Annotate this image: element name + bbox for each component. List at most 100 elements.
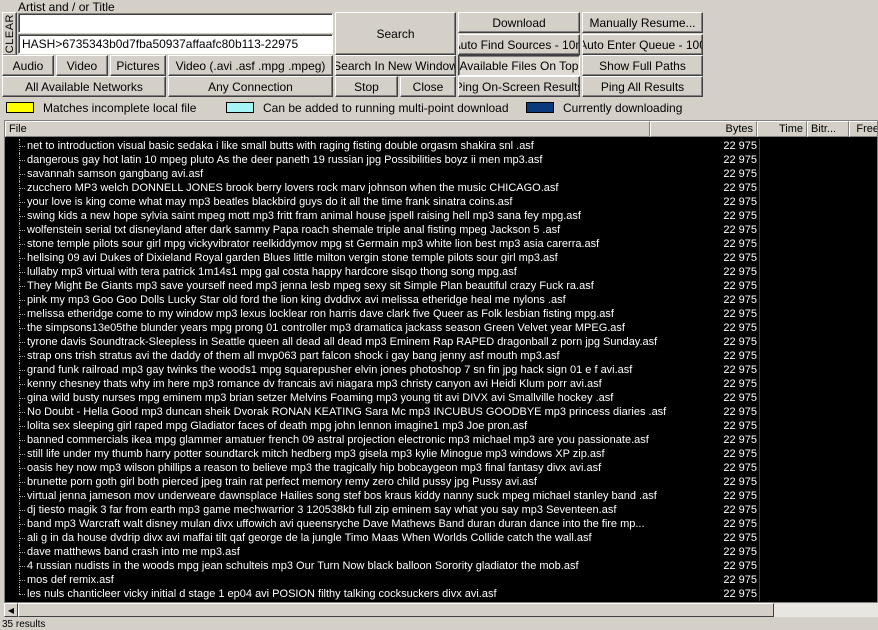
table-row[interactable]: savannah samson gangbang avi.asf 22 975	[5, 167, 877, 181]
table-row[interactable]: They Might Be Giants mp3 save yourself n…	[5, 279, 877, 293]
legend-swatch-incomplete	[6, 102, 34, 113]
table-row[interactable]: lolita sex sleeping girl raped mpg Gladi…	[5, 419, 877, 433]
result-filename: dangerous gay hot latin 10 mpeg pluto As…	[27, 154, 543, 166]
table-row[interactable]: the simpsons13e05the blunder years mpg p…	[5, 321, 877, 335]
result-bytes: 22 975	[723, 266, 757, 278]
title-input[interactable]	[18, 13, 333, 33]
result-bytes: 22 975	[723, 252, 757, 264]
table-row[interactable]: dave matthews band crash into me mp3.asf…	[5, 545, 877, 559]
tree-branch-icon	[19, 146, 25, 147]
result-bytes: 22 975	[723, 364, 757, 376]
table-row[interactable]: your love is king come what may mp3 beat…	[5, 195, 877, 209]
audio-label: Audio	[12, 58, 44, 73]
scroll-thumb[interactable]	[18, 603, 774, 617]
results-list[interactable]: File Bytes Time Bitr... Free net to intr…	[4, 120, 878, 617]
legend-label-downloading: Currently downloading	[563, 101, 683, 115]
table-row[interactable]: ali g in da house dvdrip divx avi maffai…	[5, 531, 877, 545]
tree-branch-icon	[19, 202, 25, 203]
column-time[interactable]: Time	[757, 121, 807, 137]
table-row[interactable]: wolfenstein serial txt disneyland after …	[5, 223, 877, 237]
download-button[interactable]: Download	[458, 12, 580, 33]
result-bytes: 22 975	[723, 182, 757, 194]
table-row[interactable]: stone temple pilots sour girl mpg vickyv…	[5, 237, 877, 251]
table-row[interactable]: lullaby mp3 virtual with tera patrick 1m…	[5, 265, 877, 279]
table-row[interactable]: No Doubt - Hella Good mp3 duncan sheik D…	[5, 405, 877, 419]
column-divider	[759, 349, 760, 363]
result-filename: They Might Be Giants mp3 save yourself n…	[27, 280, 594, 292]
table-row[interactable]: hellsing 09 avi Dukes of Dixieland Royal…	[5, 251, 877, 265]
table-row[interactable]: dangerous gay hot latin 10 mpeg pluto As…	[5, 153, 877, 167]
result-bytes: 22 975	[723, 504, 757, 516]
tree-branch-icon	[19, 244, 25, 245]
table-row[interactable]: gina wild busty nurses mpg eminem mp3 br…	[5, 391, 877, 405]
table-row[interactable]: tyrone davis Soundtrack-Sleepless in Sea…	[5, 335, 877, 349]
result-bytes: 22 975	[723, 224, 757, 236]
video-types-button[interactable]: Video (.avi .asf .mpg .mpeg)	[168, 55, 333, 76]
result-filename: wolfenstein serial txt disneyland after …	[27, 224, 561, 236]
search-button[interactable]: Search	[335, 12, 456, 55]
ping-onscreen-button[interactable]: Ping On-Screen Results	[458, 76, 580, 97]
table-row[interactable]: pink my mp3 Goo Goo Dolls Lucky Star old…	[5, 293, 877, 307]
column-free[interactable]: Free	[849, 121, 877, 137]
result-bytes: 22 975	[723, 210, 757, 222]
horizontal-scrollbar[interactable]: ◀	[4, 602, 878, 617]
table-row[interactable]: virtual jenna jameson mov underweare daw…	[5, 489, 877, 503]
table-row[interactable]: les nuls chanticleer vicky initial d sta…	[5, 587, 877, 601]
column-divider	[759, 475, 760, 489]
tree-branch-icon	[19, 412, 25, 413]
scroll-left-icon[interactable]: ◀	[4, 603, 18, 617]
result-filename: your love is king come what may mp3 beat…	[27, 196, 513, 208]
connection-select[interactable]: Any Connection	[168, 76, 333, 97]
manually-resume-button[interactable]: Manually Resume...	[582, 12, 703, 33]
video-button[interactable]: Video	[56, 55, 108, 76]
available-files-on-top-button[interactable]: Available Files On Top	[458, 55, 580, 76]
search-new-window-button[interactable]: Search In New Window	[335, 55, 456, 76]
auto-find-sources-button[interactable]: Auto Find Sources - 10m	[458, 34, 580, 55]
table-row[interactable]: strap ons trish stratus avi the daddy of…	[5, 349, 877, 363]
column-divider	[759, 209, 760, 223]
close-label: Close	[412, 79, 444, 94]
table-row[interactable]: 4 russian nudists in the woods mpg jean …	[5, 559, 877, 573]
ping-all-button[interactable]: Ping All Results	[582, 76, 703, 97]
result-filename: still life under my thumb harry potter s…	[27, 448, 605, 460]
tree-branch-icon	[19, 216, 25, 217]
result-filename: strap ons trish stratus avi the daddy of…	[27, 350, 560, 362]
result-filename: savannah samson gangbang avi.asf	[27, 168, 204, 180]
tree-branch-icon	[19, 230, 25, 231]
table-row[interactable]: melissa etheridge come to my window mp3 …	[5, 307, 877, 321]
pictures-button[interactable]: Pictures	[110, 55, 166, 76]
column-file[interactable]: File	[5, 121, 650, 137]
clear-button[interactable]: CLEAR	[2, 12, 17, 56]
table-row[interactable]: oasis hey now mp3 wilson phillips a reas…	[5, 461, 877, 475]
table-row[interactable]: net to introduction visual basic sedaka …	[5, 139, 877, 153]
table-row[interactable]: grand funk railroad mp3 gay twinks the w…	[5, 363, 877, 377]
result-bytes: 22 975	[723, 154, 757, 166]
table-row[interactable]: brunette porn goth girl both pierced jpe…	[5, 475, 877, 489]
network-select[interactable]: All Available Networks	[2, 76, 166, 97]
result-bytes: 22 975	[723, 238, 757, 250]
search-button-label: Search	[376, 26, 415, 41]
tree-branch-icon	[19, 160, 25, 161]
tree-branch-icon	[19, 580, 25, 581]
table-row[interactable]: kenny chesney thats why im here mp3 roma…	[5, 377, 877, 391]
ping-all-label: Ping All Results	[600, 79, 685, 94]
table-row[interactable]: zucchero MP3 welch DONNELL JONES brook b…	[5, 181, 877, 195]
table-row[interactable]: dj tiesto magik 3 far from earth mp3 gam…	[5, 503, 877, 517]
audio-button[interactable]: Audio	[2, 55, 54, 76]
hash-input[interactable]	[18, 34, 333, 54]
close-button[interactable]: Close	[400, 76, 456, 97]
auto-enter-queue-button[interactable]: Auto Enter Queue - 100	[582, 34, 703, 55]
table-row[interactable]: mos def remix.asf 22 975	[5, 573, 877, 587]
table-row[interactable]: banned commercials ikea mpg glammer amat…	[5, 433, 877, 447]
table-row[interactable]: band mp3 Warcraft walt disney mulan divx…	[5, 517, 877, 531]
result-filename: pink my mp3 Goo Goo Dolls Lucky Star old…	[27, 294, 566, 306]
column-bitrate[interactable]: Bitr...	[807, 121, 849, 137]
ping-onscreen-label: Ping On-Screen Results	[458, 79, 580, 94]
table-row[interactable]: swing kids a new hope sylvia saint mpeg …	[5, 209, 877, 223]
column-bytes[interactable]: Bytes	[650, 121, 757, 137]
stop-button[interactable]: Stop	[335, 76, 398, 97]
column-divider	[759, 237, 760, 251]
column-divider	[759, 139, 760, 153]
table-row[interactable]: still life under my thumb harry potter s…	[5, 447, 877, 461]
show-full-paths-button[interactable]: Show Full Paths	[582, 55, 703, 76]
